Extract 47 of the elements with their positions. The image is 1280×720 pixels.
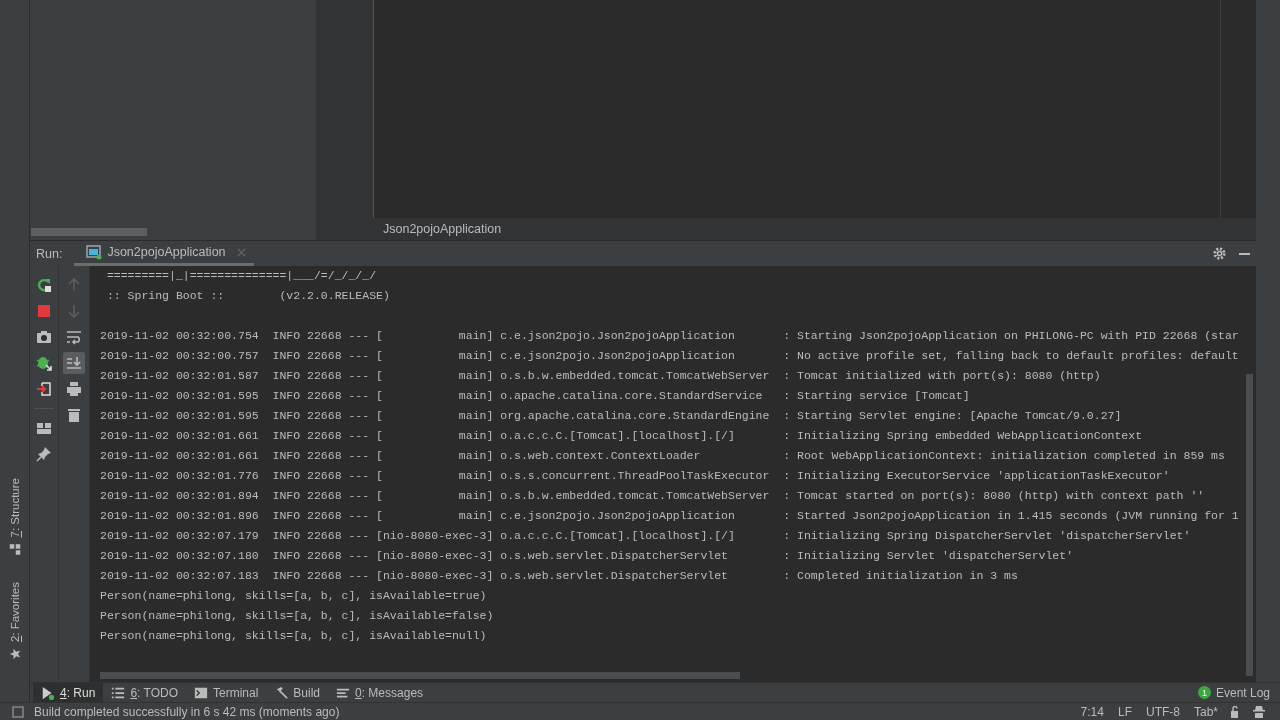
banner-line: :: Spring Boot :: (v2.2.0.RELEASE)	[105, 288, 390, 304]
inspector-icon[interactable]	[1252, 704, 1266, 719]
log-line: 2019-11-02 00:32:00.757 INFO 22668 --- [ main] c.e.json2pojo.Json2pojoApplication : No active profile set, falling back to default profiles: default	[100, 348, 1239, 364]
log-line: 2019-11-02 00:32:07.179 INFO 22668 --- [nio-8080-exec-3] o.a.c.c.C.[Tomcat].[localhost].[/] : Initializing Spring DispatcherServlet 'dispatcherServlet'	[100, 528, 1191, 544]
log-line: 2019-11-02 00:32:01.661 INFO 22668 --- [ main] o.s.web.context.ContextLoader : Root WebApplicationContext: initialization completed in 859 ms	[100, 448, 1225, 464]
output-line: Person(name=philong, skills=[a, b, c], isAvailable=true)	[100, 588, 487, 604]
run-label: Run:	[36, 246, 63, 261]
log-line: 2019-11-02 00:32:01.776 INFO 22668 --- [ main] o.s.s.concurrent.ThreadPoolTaskExecutor : Initializing ExecutorService 'applicationTaskExecutor'	[100, 468, 1170, 484]
banner-line: =========|_|==============|___/=/_/_/_/	[105, 268, 377, 284]
log-line: 2019-11-02 00:32:01.595 INFO 22668 --- [ main] org.apache.catalina.core.StandardEngine : Starting Servlet engine: [Apache Tomcat/9.0.27]	[100, 408, 1122, 424]
event-log-button[interactable]: 1 Event Log	[1193, 683, 1280, 702]
tool-window-button[interactable]: 7: Structure	[8, 476, 21, 558]
indent-setting[interactable]: Tab*	[1191, 704, 1220, 719]
app-window-icon	[86, 244, 103, 260]
log-line: 2019-11-02 00:32:01.894 INFO 22668 --- [ main] o.s.b.w.embedded.tomcat.TomcatWebServer : Tomcat started on port(s): 8080 (http) with context path ''	[100, 488, 1205, 504]
run-icon	[41, 685, 55, 700]
tool-window-button[interactable]: Terminal	[185, 683, 267, 702]
hammer-icon	[274, 685, 289, 700]
structure-icon	[8, 543, 21, 556]
log-line: 2019-11-02 00:32:00.754 INFO 22668 --- [ main] c.e.json2pojo.Json2pojoApplication : Starting Json2pojoApplication on PHILONG-PC with PID 22668 (star	[100, 328, 1239, 344]
caret-position[interactable]: 7:14	[1078, 704, 1106, 719]
status-message: Build completed successfully in 6 s 42 ms (moments ago)	[34, 704, 340, 719]
log-line: 2019-11-02 00:32:07.183 INFO 22668 --- [nio-8080-exec-3] o.s.web.servlet.DispatcherServlet : Completed initialization in 3 ms	[100, 568, 1018, 584]
log-line: 2019-11-02 00:32:01.587 INFO 22668 --- [ main] o.s.b.w.embedded.tomcat.TomcatWebServer : Tomcat initialized with port(s): 8080 (http)	[100, 368, 1101, 384]
scrollbar-thumb[interactable]	[1246, 374, 1253, 676]
line-separator[interactable]: LF	[1115, 704, 1134, 719]
scrollbar-thumb[interactable]	[31, 228, 147, 236]
tool-window-button[interactable]: 6: TODO	[103, 683, 186, 702]
tool-window-button[interactable]: 2: Favorites	[8, 579, 21, 662]
window-toggle-icon[interactable]	[12, 705, 24, 718]
tool-window-button[interactable]: 4: Run	[33, 683, 104, 702]
file-encoding[interactable]: UTF-8	[1143, 704, 1182, 719]
star-icon	[8, 648, 21, 660]
log-line: 2019-11-02 00:32:01.595 INFO 22668 --- [ main] o.apache.catalina.core.StandardService : Starting service [Tomcat]	[100, 388, 970, 404]
notification-badge: 1	[1197, 686, 1211, 699]
output-line: Person(name=philong, skills=[a, b, c], isAvailable=null)	[100, 628, 487, 644]
tool-window-button[interactable]: Build	[266, 683, 328, 702]
log-line: 2019-11-02 00:32:01.896 INFO 22668 --- [ main] c.e.json2pojo.Json2pojoApplication : Started Json2pojoApplication in 1.415 seconds (JVM running for 1	[100, 508, 1239, 524]
list-icon	[111, 685, 126, 700]
minimize-icon	[1239, 252, 1250, 255]
log-line: 2019-11-02 00:32:07.180 INFO 22668 --- [nio-8080-exec-3] o.s.web.servlet.DispatcherServlet : Initializing Servlet 'dispatcherServlet'	[100, 548, 1074, 564]
settings-icon	[1212, 246, 1227, 261]
log-line: 2019-11-02 00:32:01.661 INFO 22668 --- [ main] o.a.c.c.C.[Tomcat].[localhost].[/] : Initializing Spring embedded WebApplicationContext	[100, 428, 1143, 444]
output-line: Person(name=philong, skills=[a, b, c], isAvailable=false)	[100, 608, 494, 624]
scrollbar-thumb[interactable]	[100, 672, 740, 679]
breadcrumb[interactable]: Json2pojoApplication	[383, 222, 502, 236]
tool-window-button[interactable]: 0: Messages	[328, 683, 432, 702]
